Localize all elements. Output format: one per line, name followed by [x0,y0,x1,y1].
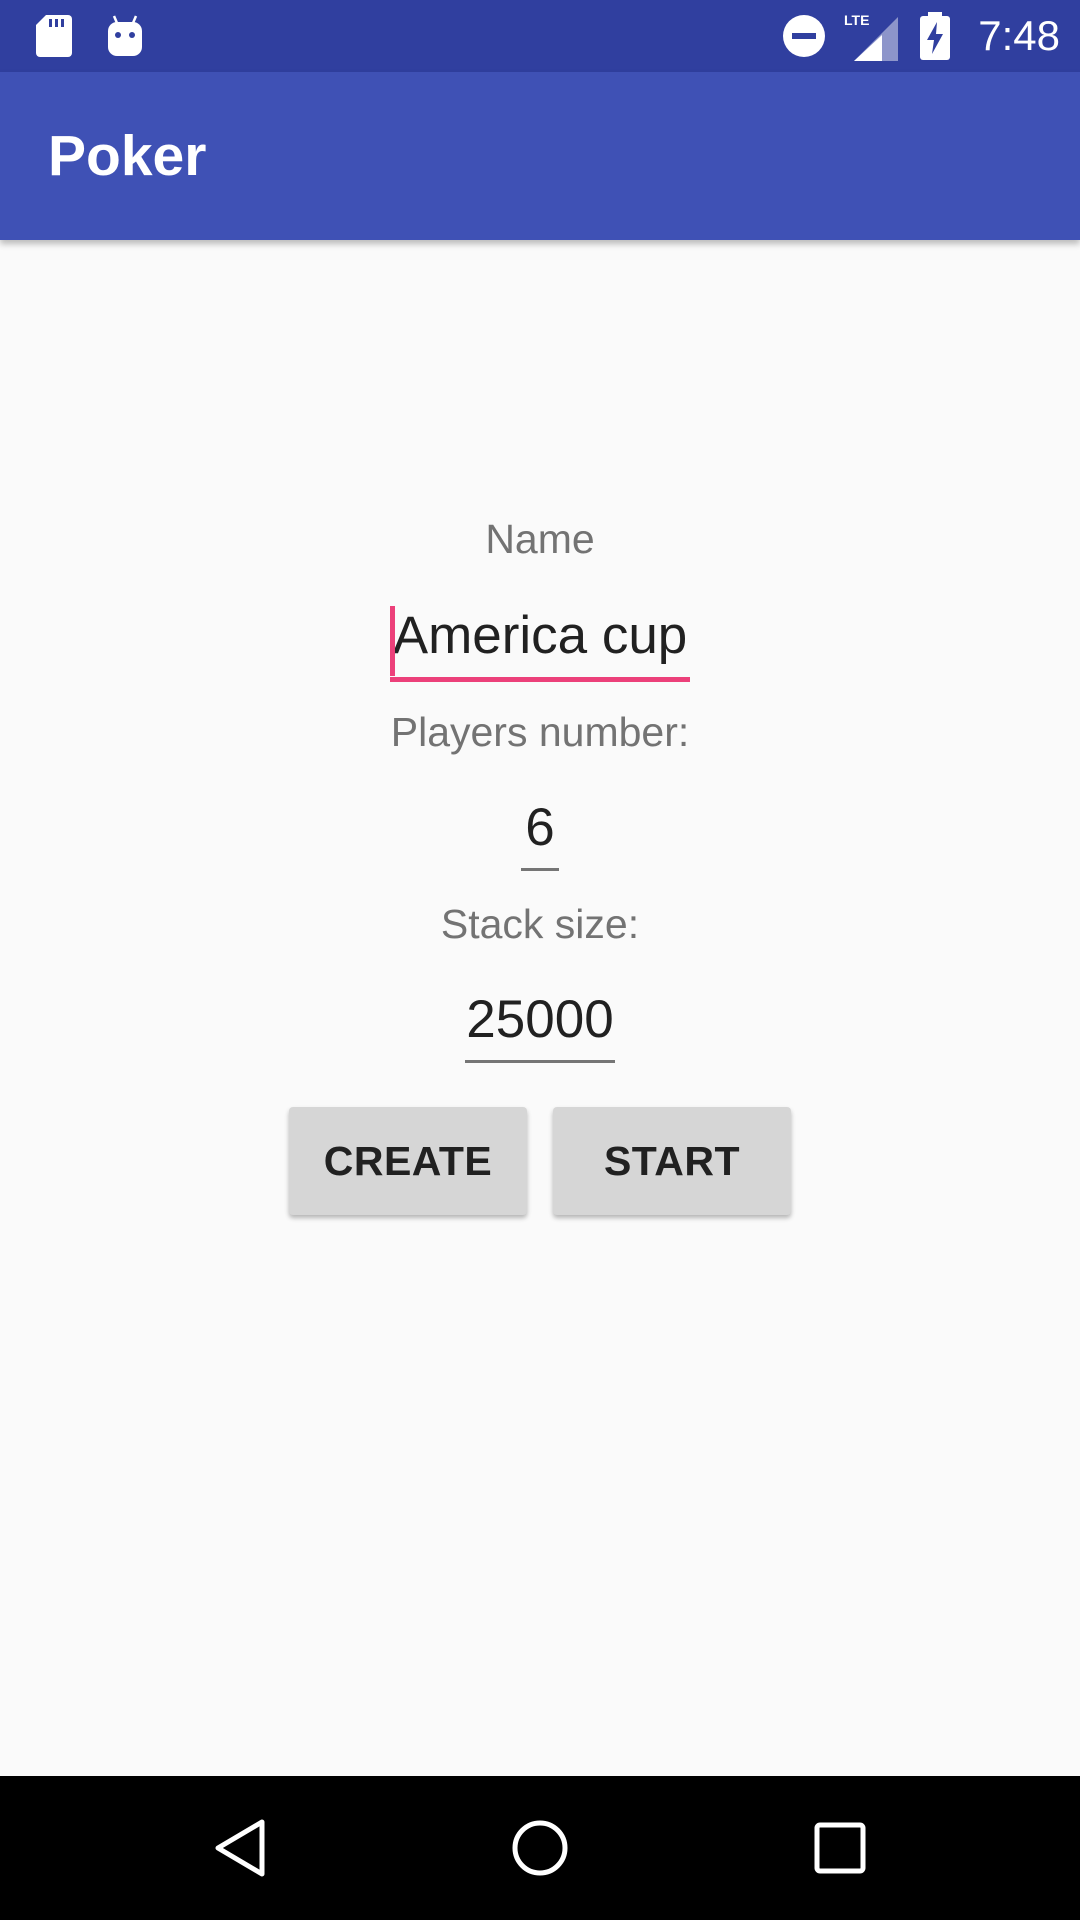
recents-icon[interactable] [780,1776,900,1920]
start-button[interactable]: START [553,1107,791,1215]
status-time: 7:48 [978,12,1060,59]
stack-input-underline [465,1060,615,1063]
create-button[interactable]: CREATE [289,1107,527,1215]
do-not-disturb-icon [782,0,826,72]
name-input-value: America cup [392,606,688,665]
sd-card-icon [36,0,72,72]
text-cursor [390,606,395,676]
stack-size-input[interactable]: 25000 [465,985,615,1063]
lte-label: LTE [844,12,869,28]
home-icon[interactable] [480,1776,600,1920]
stack-size-value: 25000 [466,990,614,1049]
navigation-bar [0,1776,1080,1920]
battery-charging-icon [918,0,952,72]
app-title: Poker [48,124,207,188]
back-icon[interactable] [180,1776,300,1920]
name-input-underline [390,677,690,682]
stack-size-label: Stack size: [440,901,640,947]
name-input[interactable]: America cup [390,598,690,682]
players-label: Players number: [390,709,690,755]
players-number-value: 6 [525,798,555,857]
players-input-underline [521,868,559,871]
players-number-input[interactable]: 6 [521,793,559,871]
android-icon [106,0,144,72]
app-bar: Poker [0,72,1080,240]
name-label: Name [485,516,595,562]
main-content: Name America cup Players number: 6 Stack… [0,240,1080,1776]
lte-signal-icon: LTE [842,0,898,72]
status-bar: LTE 7:48 [0,0,1080,72]
button-row: CREATE START [0,1107,1080,1215]
